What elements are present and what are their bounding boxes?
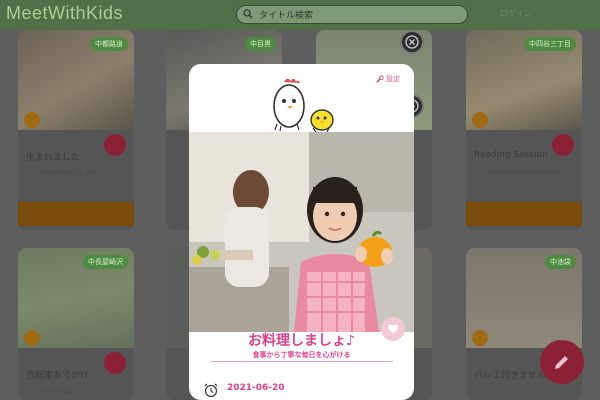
heart-icon[interactable] (104, 134, 126, 156)
event-card[interactable]: 中四谷三丁目 Reading Session Let's go to a rea… (466, 30, 582, 230)
heart-icon[interactable] (104, 352, 126, 374)
event-date: 2021-06-20 (227, 383, 285, 393)
card-description: Let's go to a reading session (486, 170, 558, 176)
card-action-bar[interactable] (466, 202, 582, 226)
close-button[interactable] (400, 30, 424, 54)
search-icon (243, 9, 253, 19)
search-placeholder: タイトル検索 (259, 11, 314, 21)
card-title: バレエ行きません (474, 371, 546, 381)
location-tag: 中目黒 (245, 37, 276, 51)
event-photo (189, 132, 414, 332)
app-header: MeetWithKids タイトル検索 ログイン (0, 0, 600, 30)
card-description: 初めての自転車 (38, 389, 74, 395)
alarm-clock-icon (204, 383, 218, 398)
category-icon (472, 112, 488, 128)
location-tag: 中長屋崎沢 (83, 255, 128, 269)
location-tag: 中四谷三丁目 (524, 37, 576, 51)
login-link[interactable]: ログイン (500, 8, 532, 19)
settings-link[interactable]: 設定 (375, 74, 400, 84)
category-icon (472, 330, 488, 346)
event-card[interactable]: 中長屋崎沢 自転車おでかけ 初めての自転車 (18, 248, 134, 400)
location-tag: 中池袋 (545, 255, 576, 269)
wrench-icon (375, 74, 384, 83)
event-detail-modal: 設定 お料理しましょ♪ 食事から丁寧な毎日を心がける 2021-06-20 (189, 64, 414, 400)
card-description: 2020年8月最初に生まれた (38, 171, 99, 177)
card-title: 自転車おでかけ (26, 371, 90, 381)
settings-label: 設定 (386, 75, 400, 83)
card-title: 生まれました (26, 153, 81, 163)
heart-icon[interactable] (552, 134, 574, 156)
search-input[interactable]: タイトル検索 (236, 5, 468, 24)
card-title: Reading Session (474, 150, 548, 160)
edit-fab-button[interactable] (540, 340, 584, 384)
category-icon (24, 112, 40, 128)
title-divider (211, 361, 393, 362)
location-tag: 中都路道 (90, 37, 128, 51)
event-title: お料理しましょ♪ (248, 333, 355, 349)
pencil-icon (555, 356, 568, 369)
mascot-chick-illustration (273, 78, 334, 133)
category-icon (24, 330, 40, 346)
card-action-bar[interactable] (18, 202, 134, 226)
app-logo[interactable]: MeetWithKids (6, 3, 123, 24)
event-card[interactable]: 中都路道 生まれました 2020年8月最初に生まれた (18, 30, 134, 230)
event-subtitle: 食事から丁寧な毎日を心がける (252, 351, 351, 359)
close-icon (405, 35, 419, 49)
